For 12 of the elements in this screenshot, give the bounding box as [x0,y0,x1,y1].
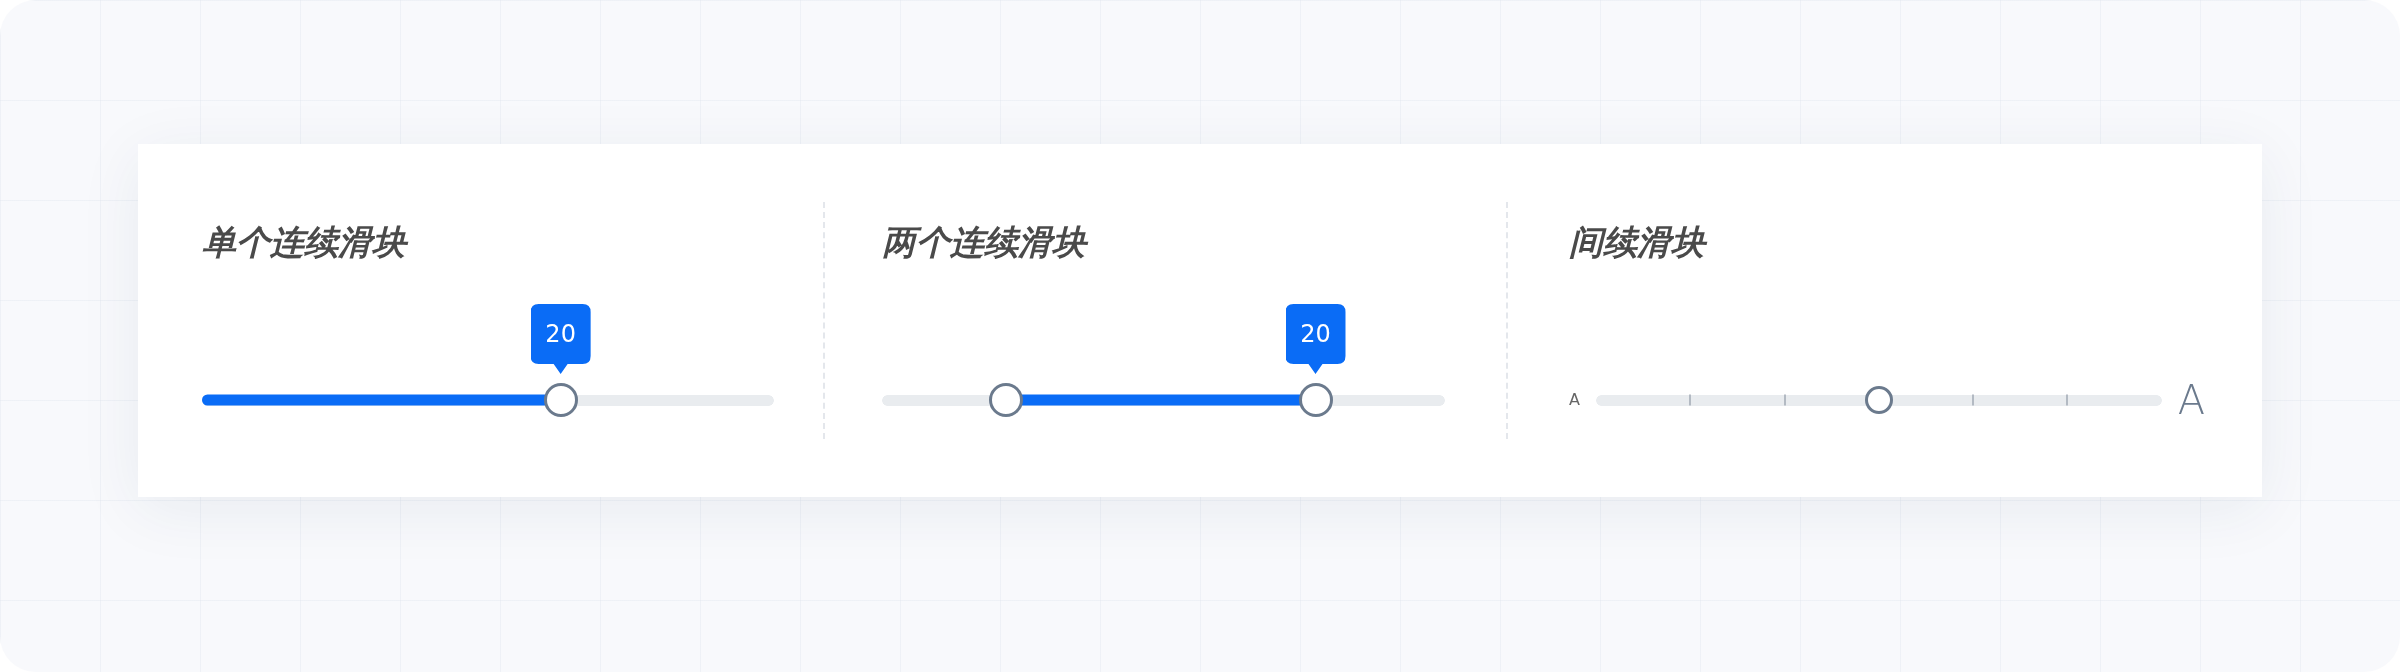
tick-mark [1783,394,1786,406]
slider-handle[interactable] [1864,386,1893,414]
slider-handle[interactable] [1298,383,1333,417]
slider-handle[interactable] [543,383,578,417]
small-letter-label: A [1569,392,1580,408]
large-letter-label: A [2177,380,2205,420]
tick-mark [2066,394,2069,406]
tick-mark [1689,394,1692,406]
value-tooltip: 20 [530,304,591,374]
slider-handle[interactable] [988,383,1023,417]
value-tooltip: 20 [1285,304,1346,374]
tick-mark [1972,394,1975,406]
